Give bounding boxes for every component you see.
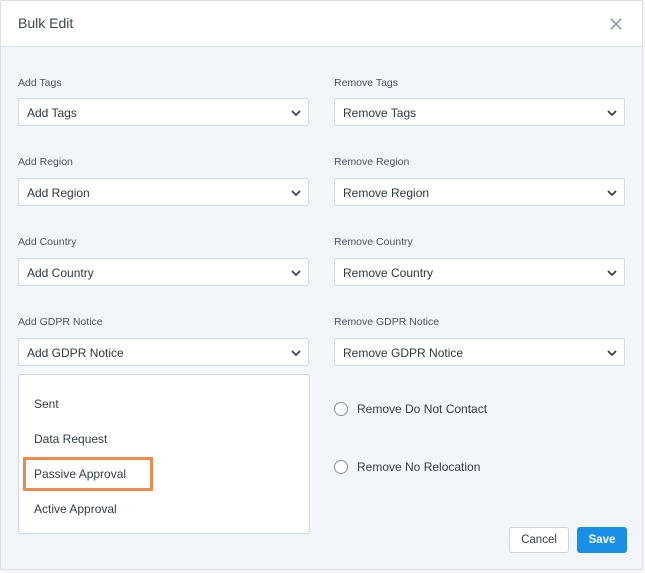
remove-region-label: Remove Region xyxy=(334,156,410,168)
chevron-down-icon xyxy=(291,190,301,197)
radio-circle[interactable] xyxy=(334,402,348,416)
gdpr-notice-dropdown: Sent Data Request Passive Approval Activ… xyxy=(18,374,310,534)
add-gdpr-value: Add GDPR Notice xyxy=(27,346,124,360)
chevron-down-icon xyxy=(607,270,617,277)
dropdown-option-label: Data Request xyxy=(34,432,108,446)
remove-tags-value: Remove Tags xyxy=(343,106,417,120)
dropdown-option-sent[interactable]: Sent xyxy=(19,390,309,418)
dropdown-option-label: Sent xyxy=(34,397,59,411)
add-region-label: Add Region xyxy=(18,156,73,168)
bulk-edit-modal: Bulk Edit Add Tags Add Tags Remove Tags … xyxy=(0,0,643,570)
dropdown-option-label: Active Approval xyxy=(34,502,117,516)
add-gdpr-label: Add GDPR Notice xyxy=(18,316,103,328)
dropdown-option-passive-approval[interactable]: Passive Approval xyxy=(19,460,309,488)
remove-gdpr-label: Remove GDPR Notice xyxy=(334,316,440,328)
add-country-value: Add Country xyxy=(27,266,94,280)
chevron-down-icon xyxy=(291,110,301,117)
add-country-label: Add Country xyxy=(18,236,77,248)
close-icon xyxy=(610,18,622,30)
remove-no-relocation-label: Remove No Relocation xyxy=(357,460,481,474)
add-tags-value: Add Tags xyxy=(27,106,77,120)
remove-gdpr-select[interactable]: Remove GDPR Notice xyxy=(334,338,625,366)
add-gdpr-select[interactable]: Add GDPR Notice xyxy=(18,338,309,366)
chevron-down-icon xyxy=(291,350,301,357)
chevron-down-icon xyxy=(607,350,617,357)
cancel-button[interactable]: Cancel xyxy=(509,527,569,553)
add-region-value: Add Region xyxy=(27,186,90,200)
remove-do-not-contact-radio[interactable]: Remove Do Not Contact xyxy=(334,400,534,420)
dropdown-option-data-request[interactable]: Data Request xyxy=(19,425,309,453)
remove-tags-label: Remove Tags xyxy=(334,77,399,89)
add-country-select[interactable]: Add Country xyxy=(18,258,309,286)
remove-no-relocation-radio[interactable]: Remove No Relocation xyxy=(334,458,534,478)
chevron-down-icon xyxy=(291,270,301,277)
add-tags-label: Add Tags xyxy=(18,77,62,89)
chevron-down-icon xyxy=(607,110,617,117)
radio-circle[interactable] xyxy=(334,460,348,474)
remove-country-label: Remove Country xyxy=(334,236,413,248)
remove-region-select[interactable]: Remove Region xyxy=(334,178,625,206)
dropdown-option-label: Passive Approval xyxy=(34,467,127,481)
close-button[interactable] xyxy=(606,14,626,34)
modal-title: Bulk Edit xyxy=(18,15,74,31)
remove-country-select[interactable]: Remove Country xyxy=(334,258,625,286)
add-tags-select[interactable]: Add Tags xyxy=(18,98,309,126)
remove-do-not-contact-label: Remove Do Not Contact xyxy=(357,402,488,416)
remove-tags-select[interactable]: Remove Tags xyxy=(334,98,625,126)
add-region-select[interactable]: Add Region xyxy=(18,178,309,206)
modal-header: Bulk Edit xyxy=(1,1,642,47)
remove-gdpr-value: Remove GDPR Notice xyxy=(343,346,464,360)
dropdown-option-active-approval[interactable]: Active Approval xyxy=(19,495,309,523)
remove-region-value: Remove Region xyxy=(343,186,430,200)
remove-country-value: Remove Country xyxy=(343,266,434,280)
save-button[interactable]: Save xyxy=(577,527,627,553)
chevron-down-icon xyxy=(607,190,617,197)
